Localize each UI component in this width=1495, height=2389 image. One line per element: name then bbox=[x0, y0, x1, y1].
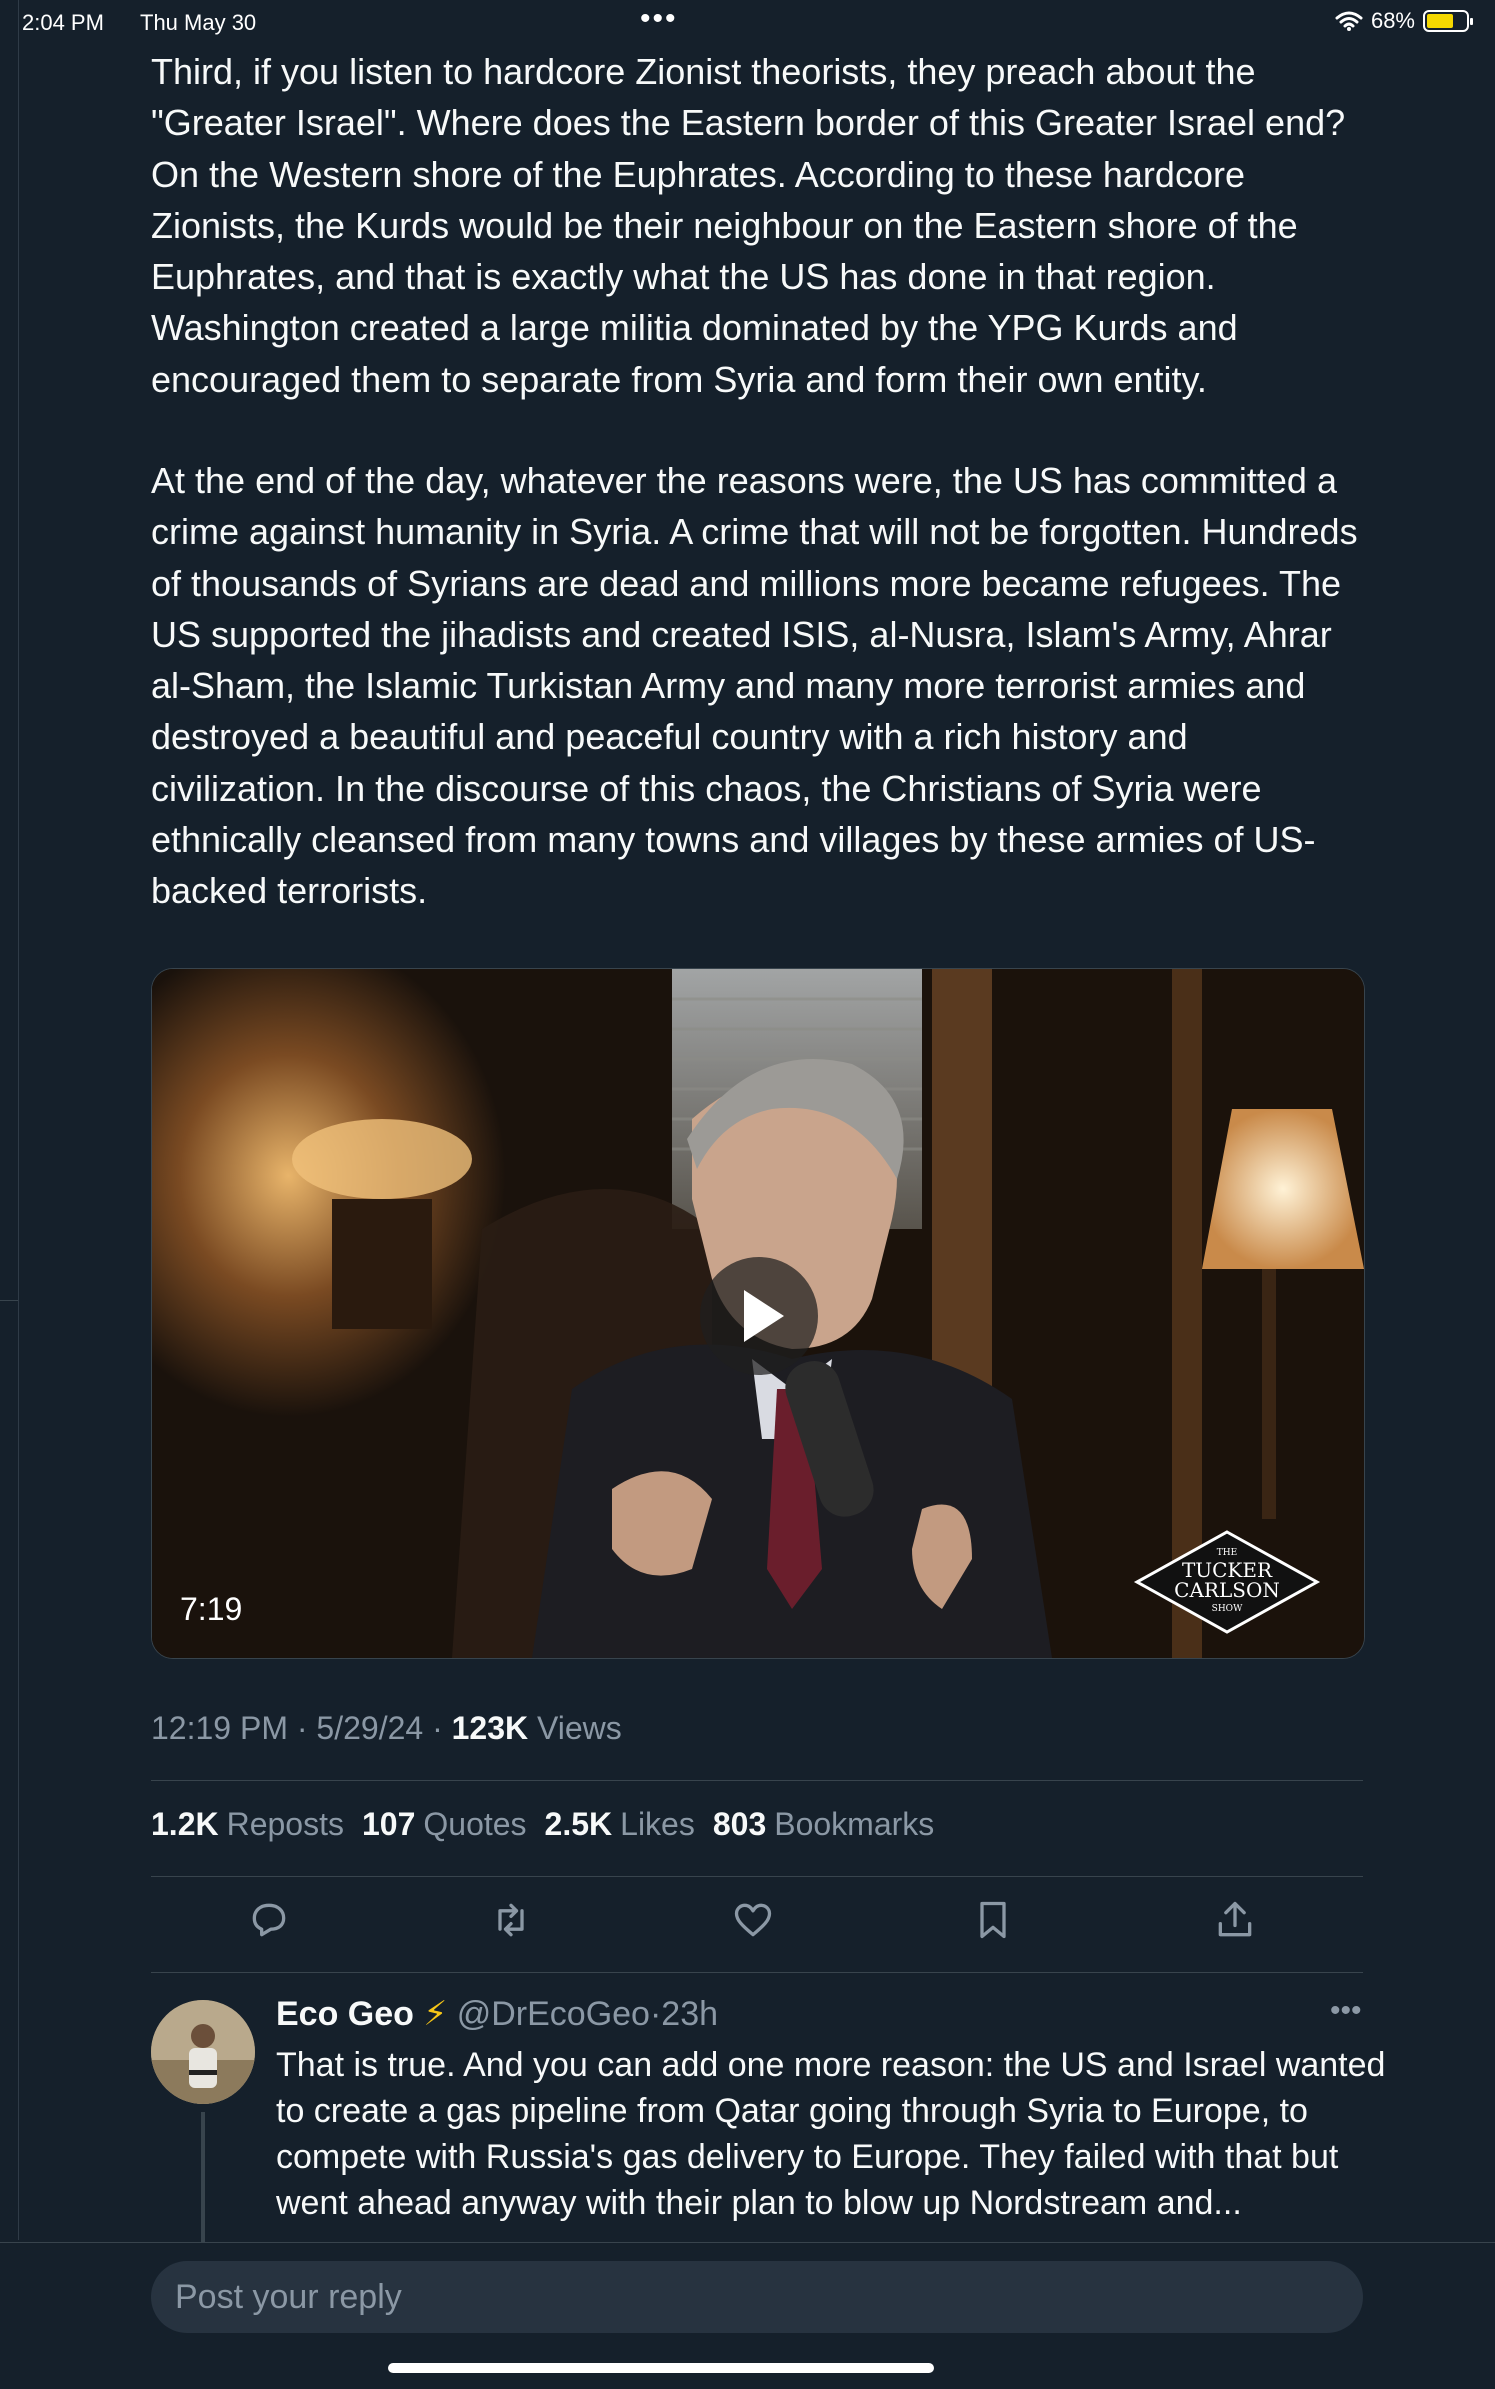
status-date: Thu May 30 bbox=[140, 10, 257, 35]
avatar[interactable] bbox=[151, 2000, 255, 2104]
thread-line bbox=[201, 2112, 205, 2242]
sidebar-edge bbox=[18, 0, 19, 2240]
video-duration: 7:19 bbox=[180, 1591, 243, 1627]
tweet-timestamp[interactable]: 12:19 PM · 5/29/24 · bbox=[151, 1710, 452, 1746]
views-label: Views bbox=[528, 1710, 622, 1746]
svg-text:THE: THE bbox=[1217, 1548, 1237, 1558]
battery-icon bbox=[1423, 10, 1473, 32]
reply-input[interactable] bbox=[151, 2261, 1363, 2333]
play-button[interactable] bbox=[700, 1257, 818, 1375]
share-button[interactable] bbox=[1213, 1898, 1261, 1946]
battery-percent: 68% bbox=[1370, 8, 1415, 33]
bookmark-icon bbox=[980, 1901, 1006, 1939]
tweet-paragraph-2: At the end of the day, whatever the reas… bbox=[151, 460, 1368, 912]
bookmarks-stat[interactable]: 803 Bookmarks bbox=[713, 1806, 934, 1843]
sidebar-edge-tick bbox=[0, 1300, 18, 1301]
reply-handle[interactable]: @DrEcoGeo bbox=[457, 1995, 650, 2033]
tweet-meta: 12:19 PM · 5/29/24 · 123K Views bbox=[151, 1710, 622, 1747]
multitasking-dots-icon[interactable]: ••• bbox=[640, 2, 678, 36]
reply-icon bbox=[252, 1903, 286, 1937]
more-options-icon[interactable]: ••• bbox=[1330, 1994, 1362, 2028]
tweet-actions bbox=[151, 1898, 1363, 1950]
repost-button[interactable] bbox=[489, 1898, 537, 1946]
status-indicators: 68% bbox=[1335, 8, 1473, 34]
share-icon bbox=[1218, 1901, 1252, 1937]
likes-stat[interactable]: 2.5K Likes bbox=[545, 1806, 695, 1843]
show-logo: THE TUCKER CARLSON SHOW bbox=[1133, 1530, 1321, 1634]
reply-time[interactable]: 23h bbox=[661, 1995, 718, 2033]
like-icon bbox=[734, 1903, 772, 1937]
wifi-icon bbox=[1335, 11, 1363, 31]
lightning-icon: ⚡ bbox=[423, 1995, 448, 2033]
quotes-stat[interactable]: 107 Quotes bbox=[362, 1806, 527, 1843]
svg-text:CARLSON: CARLSON bbox=[1174, 1578, 1280, 1602]
reply-button[interactable] bbox=[247, 1898, 295, 1946]
play-icon bbox=[744, 1290, 784, 1342]
divider bbox=[151, 1972, 1363, 1973]
status-time: 2:04 PM bbox=[22, 10, 104, 35]
reply-separator: · bbox=[649, 1995, 662, 2033]
svg-text:SHOW: SHOW bbox=[1212, 1604, 1243, 1614]
compose-bar bbox=[0, 2242, 1495, 2389]
video-player[interactable]: 7:19 THE TUCKER CARLSON SHOW bbox=[151, 968, 1365, 1659]
reply-text: That is true. And you can add one more r… bbox=[276, 2046, 1386, 2222]
status-bar: 2:04 PM Thu May 30 ••• 68% bbox=[0, 0, 1495, 48]
bookmark-button[interactable] bbox=[971, 1898, 1019, 1946]
home-indicator[interactable] bbox=[388, 2363, 934, 2373]
views-count: 123K bbox=[451, 1710, 529, 1746]
repost-icon bbox=[498, 1903, 524, 1937]
reposts-stat[interactable]: 1.2K Reposts bbox=[151, 1806, 344, 1843]
divider bbox=[151, 1876, 1363, 1877]
divider bbox=[151, 1780, 1363, 1781]
tweet-paragraph-1: Third, if you listen to hardcore Zionist… bbox=[151, 51, 1356, 400]
avatar-image bbox=[151, 2000, 255, 2104]
like-button[interactable] bbox=[731, 1898, 779, 1946]
engagement-stats: 1.2K Reposts 107 Quotes 2.5K Likes 803 Bookm… bbox=[151, 1806, 934, 1843]
reply-author-name[interactable]: Eco Geo bbox=[276, 1995, 414, 2033]
reply-header: Eco Geo ⚡ @DrEcoGeo·23h bbox=[276, 1994, 718, 2034]
